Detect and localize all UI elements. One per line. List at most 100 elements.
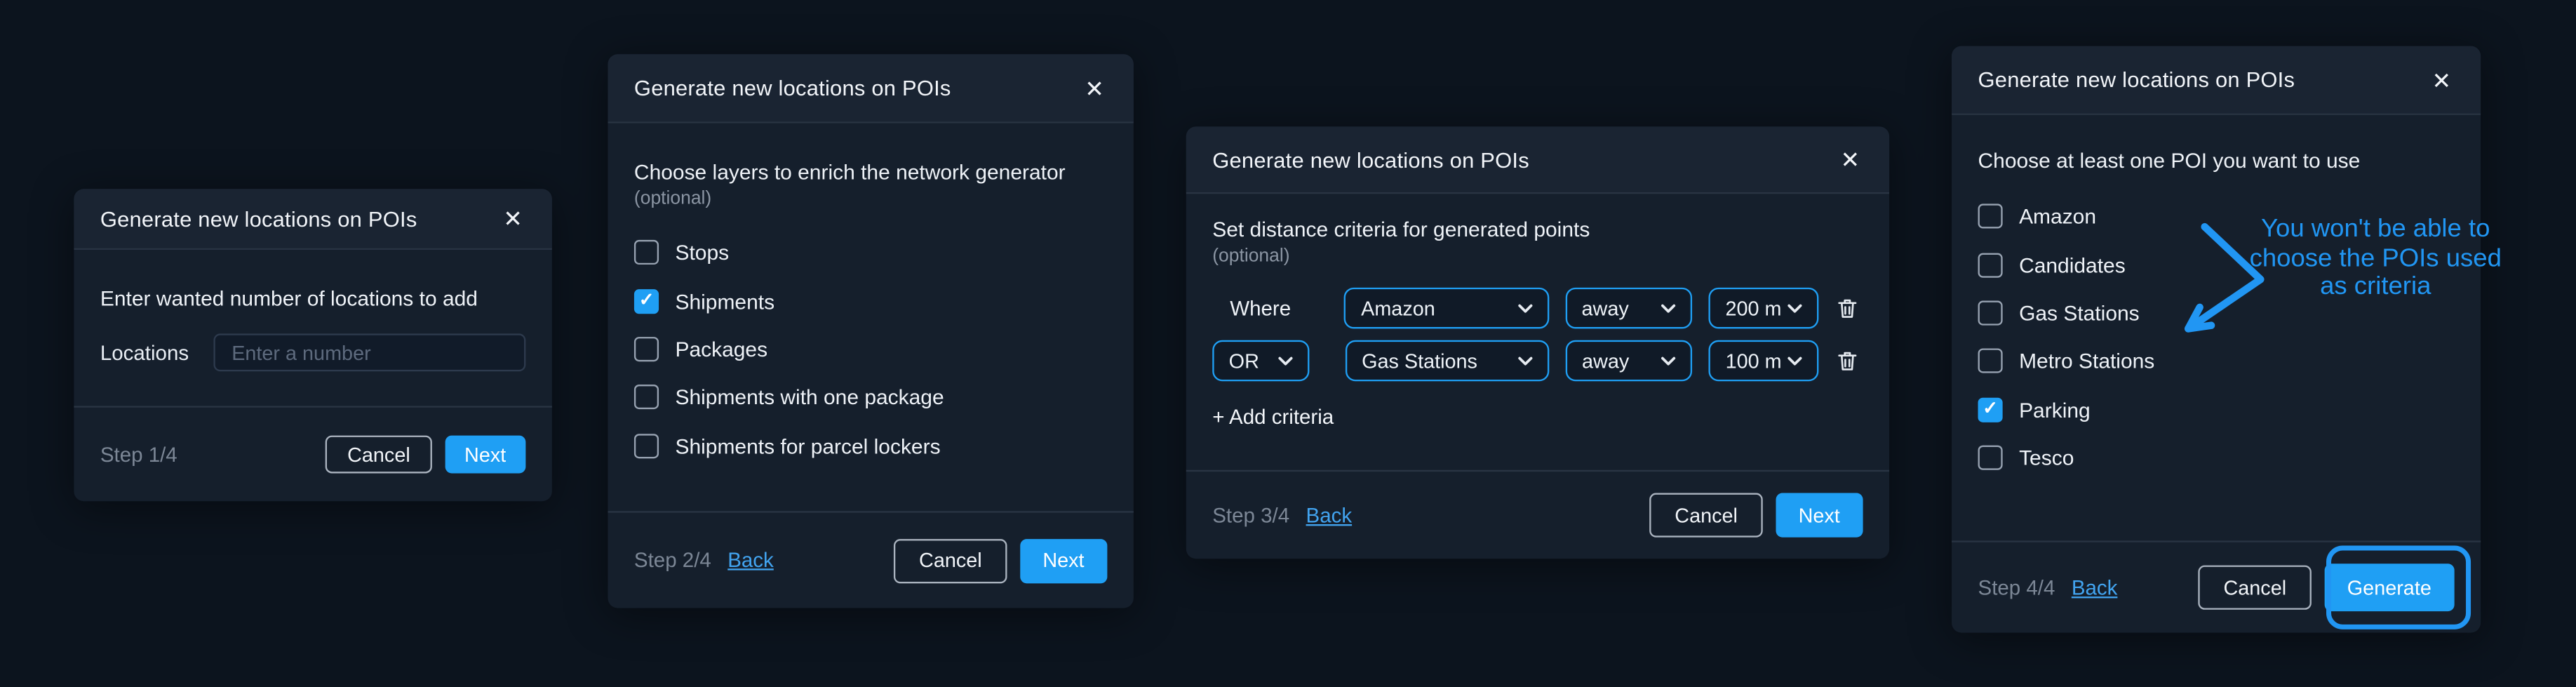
close-button[interactable]: ✕ <box>1837 145 1863 174</box>
modal-title: Generate new locations on POIs <box>1978 67 2295 92</box>
checkbox <box>1978 446 2003 470</box>
chevron-down-icon <box>1517 303 1532 313</box>
checkbox-label: Shipments <box>675 288 774 313</box>
checkbox-label: Stops <box>675 240 729 265</box>
modal-footer: Step 2/4 Back Cancel Next <box>608 511 1133 608</box>
cancel-button[interactable]: Cancel <box>894 538 1007 582</box>
poi-select[interactable]: Gas Stations <box>1346 340 1549 382</box>
checkbox-shipments-parcel-lockers[interactable]: Shipments for parcel lockers <box>634 422 1107 470</box>
optional-note: (optional) <box>1212 246 1863 266</box>
next-button[interactable]: Next <box>1020 538 1108 582</box>
relation-select[interactable]: away <box>1566 340 1693 382</box>
modal-title: Generate new locations on POIs <box>634 76 951 100</box>
modal-title: Generate new locations on POIs <box>1212 147 1529 172</box>
step-indicator: Step 1/4 <box>100 443 177 466</box>
checkbox-label: Gas Stations <box>2019 300 2140 325</box>
instruction-text: Choose layers to enrich the network gene… <box>634 159 1107 184</box>
checkbox <box>634 288 659 313</box>
footer-buttons: Cancel Next <box>1650 493 1863 538</box>
modal-header: Generate new locations on POIs ✕ <box>1186 126 1889 194</box>
checkbox-tesco[interactable]: Tesco <box>1978 434 2455 482</box>
modal-step-2: Generate new locations on POIs ✕ Choose … <box>608 54 1133 608</box>
back-link[interactable]: Back <box>2072 576 2118 599</box>
checkbox <box>634 434 659 458</box>
criteria-row: OR Gas Stations away 100 m <box>1212 340 1863 382</box>
checkbox <box>634 240 659 265</box>
checkbox-label: Parking <box>2019 397 2091 422</box>
checkbox <box>1978 253 2003 277</box>
relation-select[interactable]: away <box>1565 288 1692 329</box>
next-button[interactable]: Next <box>1776 493 1863 538</box>
footer-buttons: Cancel Next <box>326 436 526 474</box>
checkbox-stops[interactable]: Stops <box>634 229 1107 277</box>
delete-criteria-button[interactable] <box>1832 293 1863 324</box>
close-button[interactable]: ✕ <box>2429 65 2455 95</box>
close-button[interactable]: ✕ <box>500 204 526 233</box>
close-icon: ✕ <box>1085 75 1103 101</box>
locations-input[interactable] <box>213 333 525 371</box>
back-link[interactable]: Back <box>727 549 774 572</box>
instruction-text: Set distance criteria for generated poin… <box>1212 217 1863 241</box>
distance-select[interactable]: 200 m <box>1709 288 1818 329</box>
step-indicator: Step 3/4 Back <box>1212 504 1352 527</box>
generate-button[interactable]: Generate <box>2324 563 2455 611</box>
delete-criteria-button[interactable] <box>1832 345 1863 376</box>
criteria-row: Where Amazon away 200 m <box>1212 288 1863 329</box>
modal-header: Generate new locations on POIs ✕ <box>74 189 551 250</box>
cancel-button[interactable]: Cancel <box>326 436 432 474</box>
modal-footer: Step 4/4 Back Cancel Generate <box>1952 540 2481 632</box>
connector-select[interactable]: OR <box>1212 340 1309 382</box>
footer-buttons: Cancel Next <box>894 538 1107 582</box>
close-icon: ✕ <box>1840 146 1859 172</box>
checkbox <box>1978 349 2003 373</box>
criteria-list: Where Amazon away 200 m <box>1212 288 1863 381</box>
checkbox-label: Shipments with one package <box>675 385 944 410</box>
connector-slot: Where <box>1212 297 1308 320</box>
checkbox-label: Packages <box>675 337 767 361</box>
distance-select[interactable]: 100 m <box>1709 340 1818 382</box>
optional-note: (optional) <box>634 189 1107 208</box>
checkbox <box>634 385 659 410</box>
add-criteria-button[interactable]: + Add criteria <box>1212 406 1334 429</box>
instruction-text: Choose at least one POI you want to use <box>1978 148 2455 173</box>
checkbox <box>1978 397 2003 422</box>
chevron-down-icon <box>1661 356 1676 366</box>
cancel-button[interactable]: Cancel <box>2199 566 2311 610</box>
chevron-down-icon <box>1787 303 1802 313</box>
close-icon: ✕ <box>503 206 522 232</box>
cancel-button[interactable]: Cancel <box>1650 493 1762 538</box>
modal-step-3: Generate new locations on POIs ✕ Set dis… <box>1186 126 1889 559</box>
layer-checkbox-list: Stops Shipments Packages Shipments with … <box>634 229 1107 470</box>
chevron-down-icon <box>1518 356 1533 366</box>
step-label: Step 1/4 <box>100 443 177 466</box>
checkbox-shipments-one-package[interactable]: Shipments with one package <box>634 373 1107 422</box>
locations-field-label: Locations <box>100 341 214 364</box>
checkbox <box>1978 204 2003 229</box>
poi-select[interactable]: Amazon <box>1345 288 1549 329</box>
modal-step-1: Generate new locations on POIs ✕ Enter w… <box>74 189 551 501</box>
wizard-steps-overview: Generate new locations on POIs ✕ Enter w… <box>0 0 2576 687</box>
footer-buttons: Cancel Generate <box>2199 563 2454 611</box>
step-indicator: Step 2/4 Back <box>634 549 774 572</box>
next-button[interactable]: Next <box>445 436 525 474</box>
checkbox-packages[interactable]: Packages <box>634 325 1107 373</box>
trash-icon <box>1835 348 1860 373</box>
chevron-down-icon <box>1278 356 1293 366</box>
modal-body: Set distance criteria for generated poin… <box>1186 194 1889 469</box>
step-indicator: Step 4/4 Back <box>1978 576 2118 599</box>
chevron-down-icon <box>1661 303 1676 313</box>
where-label: Where <box>1230 297 1291 320</box>
modal-header: Generate new locations on POIs ✕ <box>608 54 1133 123</box>
checkbox <box>634 337 659 361</box>
checkbox-shipments[interactable]: Shipments <box>634 276 1107 325</box>
close-button[interactable]: ✕ <box>1082 73 1108 102</box>
checkbox-label: Tesco <box>2019 446 2074 470</box>
step-label: Step 3/4 <box>1212 504 1289 527</box>
close-icon: ✕ <box>2431 67 2450 93</box>
chevron-down-icon <box>1787 356 1802 366</box>
checkbox-label: Candidates <box>2019 253 2126 277</box>
back-link[interactable]: Back <box>1306 504 1353 527</box>
modal-body: Choose layers to enrich the network gene… <box>608 124 1133 512</box>
checkbox-label: Amazon <box>2019 204 2096 229</box>
checkbox-parking[interactable]: Parking <box>1978 385 2455 434</box>
